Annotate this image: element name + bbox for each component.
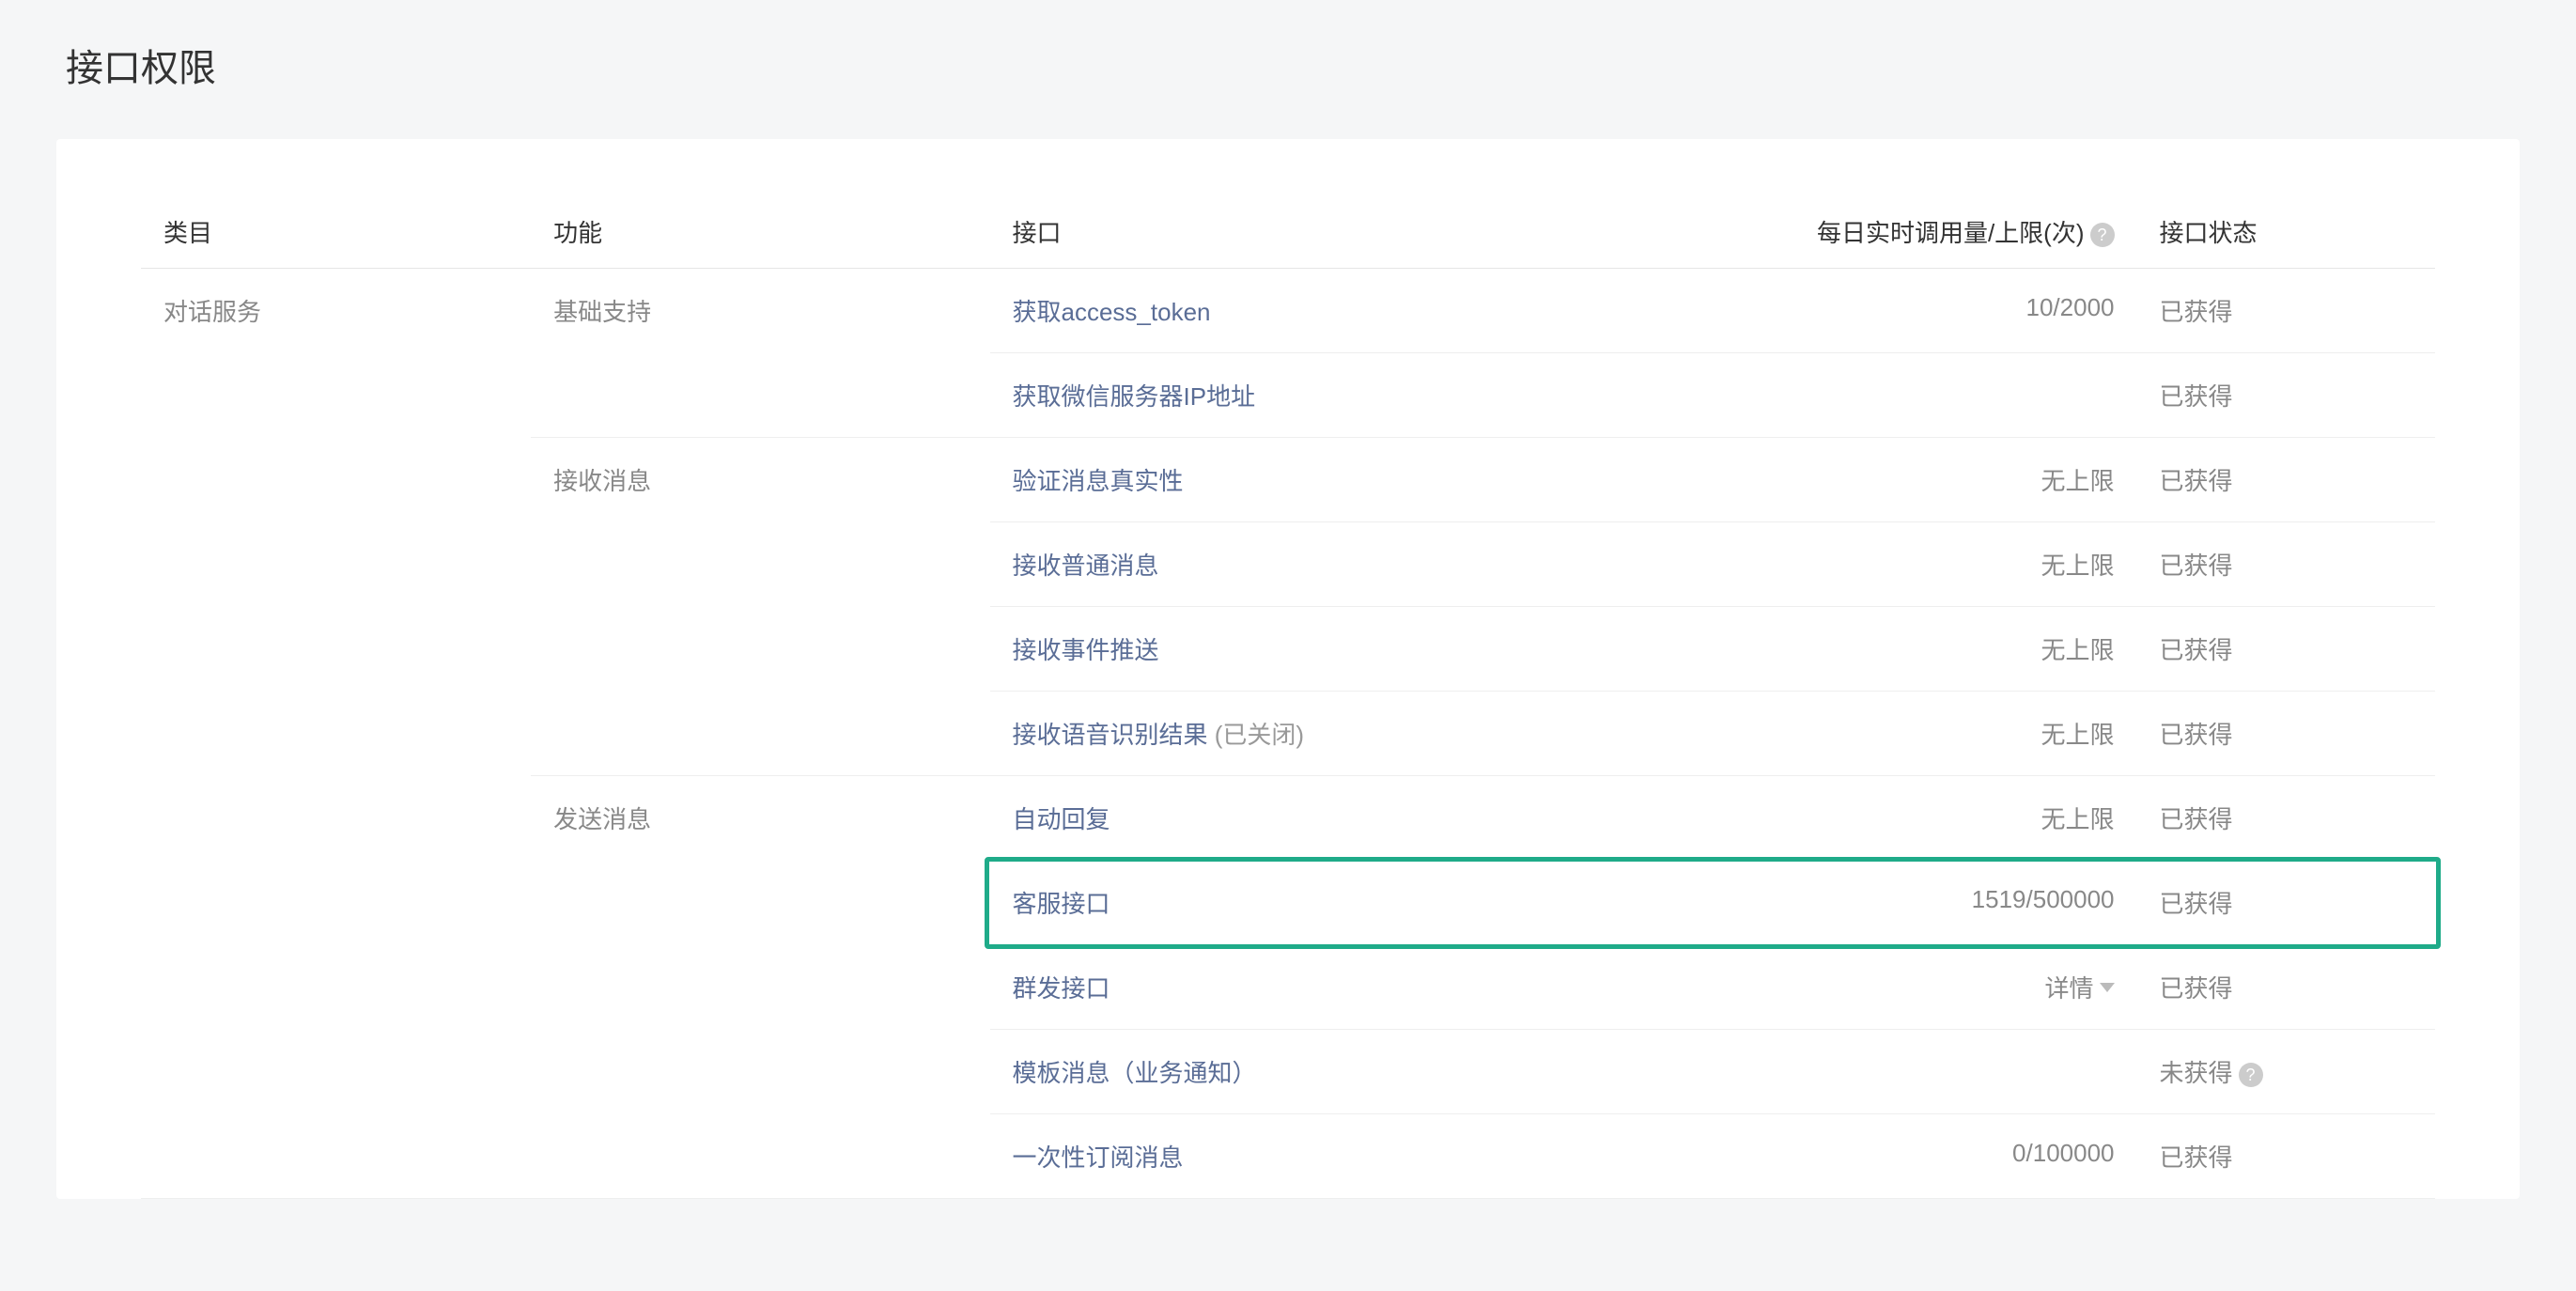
header-feature: 功能: [531, 195, 989, 269]
quota-cell: 无上限: [1746, 776, 2136, 861]
quota-cell: 无上限: [1746, 438, 2136, 522]
api-link[interactable]: 验证消息真实性: [1013, 467, 1184, 495]
caret-down-icon: [2100, 983, 2115, 992]
api-cell: 接收事件推送: [990, 607, 1747, 692]
quota-cell: 无上限: [1746, 692, 2136, 776]
api-cell: 一次性订阅消息: [990, 1114, 1747, 1199]
status-cell: 已获得: [2137, 607, 2436, 692]
status-cell: 已获得: [2137, 522, 2436, 607]
feature-cell: 发送消息: [531, 776, 989, 1199]
header-api: 接口: [990, 195, 1747, 269]
api-cell: 模板消息（业务通知）: [990, 1030, 1747, 1114]
status-cell: 未获得?: [2137, 1030, 2436, 1114]
api-link[interactable]: 获取access_token: [1013, 298, 1211, 326]
api-link[interactable]: 接收语音识别结果: [1013, 721, 1208, 749]
feature-cell: 接收消息: [531, 438, 989, 776]
status-cell: 已获得: [2137, 353, 2436, 438]
table-header-row: 类目 功能 接口 每日实时调用量/上限(次)? 接口状态: [141, 195, 2435, 269]
quota-cell: 0/100000: [1746, 1114, 2136, 1199]
api-suffix: (已关闭): [1208, 721, 1305, 749]
header-quota: 每日实时调用量/上限(次)?: [1746, 195, 2136, 269]
status-cell: 已获得: [2137, 438, 2436, 522]
page-title: 接口权限: [56, 38, 2520, 92]
quota-cell: 详情: [1746, 945, 2136, 1030]
api-link[interactable]: 模板消息（业务通知）: [1013, 1059, 1257, 1087]
api-cell: 获取微信服务器IP地址: [990, 353, 1747, 438]
header-category: 类目: [141, 195, 531, 269]
api-link[interactable]: 接收普通消息: [1013, 552, 1159, 580]
api-cell: 群发接口: [990, 945, 1747, 1030]
api-cell: 验证消息真实性: [990, 438, 1747, 522]
api-link[interactable]: 群发接口: [1013, 974, 1110, 1003]
status-cell: 已获得: [2137, 861, 2436, 945]
quota-cell: 无上限: [1746, 607, 2136, 692]
quota-cell: [1746, 353, 2136, 438]
api-cell: 获取access_token: [990, 269, 1747, 353]
details-link[interactable]: 详情: [2044, 970, 2114, 1004]
permissions-table: 类目 功能 接口 每日实时调用量/上限(次)? 接口状态 对话服务基础支持获取a…: [141, 195, 2435, 1199]
status-cell: 已获得: [2137, 945, 2436, 1030]
status-cell: 已获得: [2137, 692, 2436, 776]
api-cell: 自动回复: [990, 776, 1747, 861]
api-cell: 接收普通消息: [990, 522, 1747, 607]
status-cell: 已获得: [2137, 269, 2436, 353]
permissions-panel: 类目 功能 接口 每日实时调用量/上限(次)? 接口状态 对话服务基础支持获取a…: [56, 139, 2520, 1199]
help-icon[interactable]: ?: [2239, 1063, 2263, 1087]
api-link[interactable]: 一次性订阅消息: [1013, 1143, 1184, 1172]
status-cell: 已获得: [2137, 776, 2436, 861]
api-link[interactable]: 获取微信服务器IP地址: [1013, 382, 1256, 411]
api-cell: 接收语音识别结果 (已关闭): [990, 692, 1747, 776]
category-cell: 对话服务: [141, 269, 531, 1199]
api-cell: 客服接口: [990, 861, 1747, 945]
quota-cell: 无上限: [1746, 522, 2136, 607]
help-icon[interactable]: ?: [2090, 223, 2115, 247]
api-link[interactable]: 接收事件推送: [1013, 636, 1159, 664]
quota-cell: [1746, 1030, 2136, 1114]
api-link[interactable]: 自动回复: [1013, 805, 1110, 833]
quota-cell: 10/2000: [1746, 269, 2136, 353]
api-link[interactable]: 客服接口: [1013, 890, 1110, 918]
status-cell: 已获得: [2137, 1114, 2436, 1199]
feature-cell: 基础支持: [531, 269, 989, 438]
table-row: 对话服务基础支持获取access_token10/2000已获得: [141, 269, 2435, 353]
header-status: 接口状态: [2137, 195, 2436, 269]
quota-cell: 1519/500000: [1746, 861, 2136, 945]
